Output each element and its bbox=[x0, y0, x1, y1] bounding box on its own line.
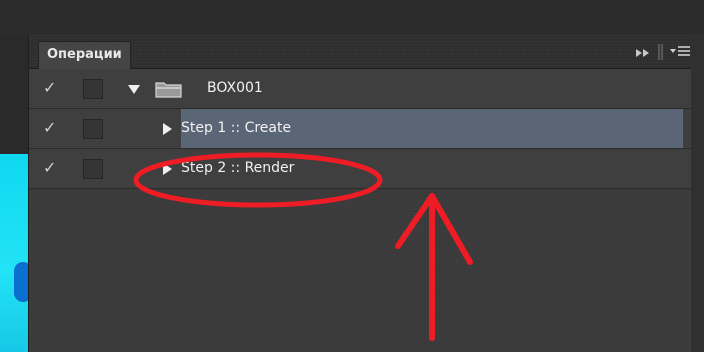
canvas-image-fragment bbox=[0, 154, 32, 352]
actions-panel: Операции ✓ BOX001 ✓ Step 1:: Create ✓ S… bbox=[28, 34, 691, 352]
actions-list: ✓ BOX001 ✓ Step 1 :: Create ✓ Step 2:: … bbox=[29, 69, 691, 189]
expanded-triangle-icon[interactable] bbox=[128, 85, 140, 94]
checkmark-icon[interactable]: ✓ bbox=[43, 157, 61, 179]
panel-menu-icon[interactable] bbox=[669, 44, 691, 60]
collapsed-triangle-icon[interactable] bbox=[163, 123, 172, 135]
action-name-cell[interactable]: Step 1 :: Create bbox=[163, 109, 683, 148]
action-set-row[interactable]: ✓ BOX001 bbox=[29, 69, 691, 109]
action-set-label: BOX001 bbox=[207, 80, 263, 96]
document-canvas-edge bbox=[0, 34, 32, 352]
grip-divider-icon bbox=[657, 43, 665, 61]
dialog-toggle-box[interactable] bbox=[83, 79, 103, 99]
checkmark-icon[interactable]: ✓ bbox=[43, 117, 61, 139]
action-label: Step 2 :: Render bbox=[181, 160, 295, 176]
collapsed-triangle-icon[interactable] bbox=[163, 163, 172, 175]
double-chevron-right-icon[interactable] bbox=[633, 45, 653, 59]
panel-tab-bar: Операции bbox=[29, 34, 691, 69]
action-row[interactable]: ✓ Step 2 :: Render bbox=[29, 149, 691, 189]
folder-icon bbox=[154, 79, 184, 99]
photoshop-window: Операции ✓ BOX001 ✓ Step 1:: Create ✓ S… bbox=[0, 0, 704, 352]
panel-controls bbox=[633, 43, 691, 61]
action-label: Step 1 :: Create bbox=[181, 120, 292, 136]
workspace-top-bar bbox=[0, 0, 704, 34]
checkmark-icon[interactable]: ✓ bbox=[43, 77, 61, 99]
tab-actions[interactable]: Операции bbox=[38, 41, 131, 69]
dialog-toggle-box[interactable] bbox=[83, 159, 103, 179]
panel-scrollbar[interactable] bbox=[690, 34, 704, 352]
dialog-toggle-box[interactable] bbox=[83, 119, 103, 139]
action-name-cell[interactable]: Step 2 :: Render bbox=[163, 149, 683, 188]
action-row[interactable]: ✓ Step 1 :: Create bbox=[29, 109, 691, 149]
